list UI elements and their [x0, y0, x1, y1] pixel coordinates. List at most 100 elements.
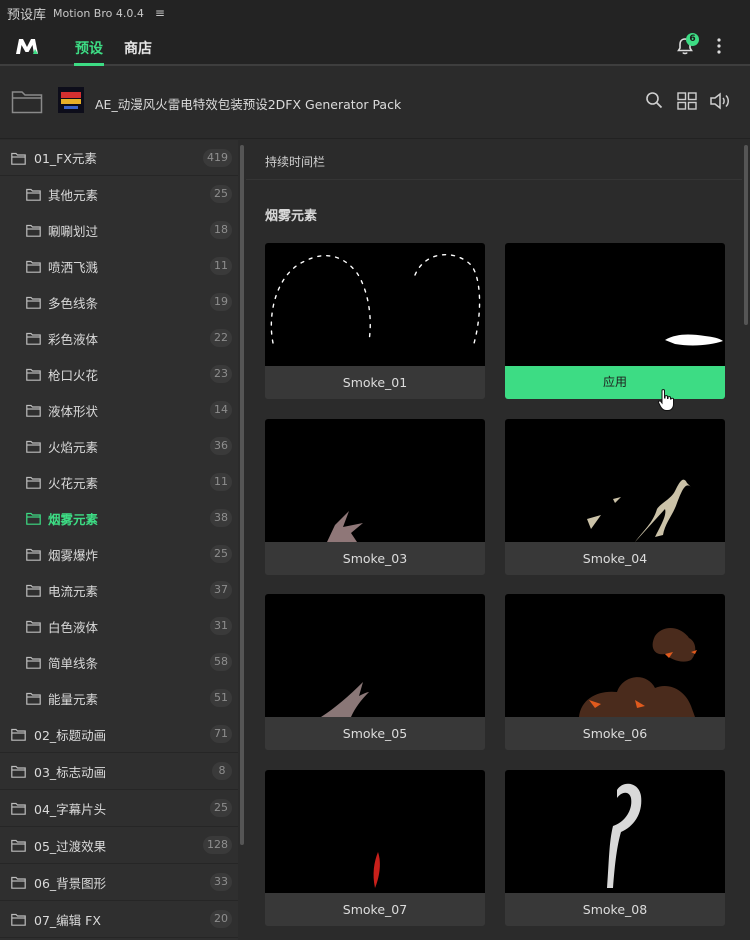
item-count-badge: 14 — [210, 401, 232, 419]
item-count-badge: 128 — [203, 836, 232, 854]
folder-icon — [26, 584, 41, 597]
folder-icon — [11, 839, 26, 852]
sidebar-subcategory[interactable]: 烟雾元素 38 — [0, 500, 238, 536]
apply-button[interactable]: 应用 — [505, 366, 725, 399]
tab-store[interactable]: 商店 — [124, 38, 152, 58]
preset-card[interactable]: Smoke_03 — [265, 419, 485, 575]
more-options-icon[interactable] — [712, 36, 726, 56]
folder-icon — [26, 296, 41, 309]
sidebar-subcategory[interactable]: 唰唰划过 18 — [0, 212, 238, 248]
preset-preview[interactable] — [505, 243, 725, 366]
sidebar-subcategory[interactable]: 液体形状 14 — [0, 392, 238, 428]
sidebar-scrollbar[interactable] — [238, 140, 246, 940]
preset-grid-panel: 持续时间栏 烟雾元素 Smoke_01 应用 Smoke_03 Smoke_04 Smo… — [246, 140, 750, 940]
preset-preview[interactable] — [265, 419, 485, 542]
preset-card[interactable]: Smoke_07 — [265, 770, 485, 926]
sidebar-item-label: 多色线条 — [48, 295, 99, 311]
sidebar-subcategory[interactable]: 简单线条 58 — [0, 644, 238, 680]
search-icon[interactable] — [645, 91, 663, 109]
top-nav: 预设 商店 6 — [0, 26, 750, 66]
preset-preview-graphic — [270, 253, 481, 348]
tab-presets[interactable]: 预设 — [75, 38, 103, 58]
folder-icon — [11, 728, 26, 741]
app-version: Motion Bro 4.0.4 — [53, 6, 144, 20]
preset-preview-graphic — [665, 334, 723, 346]
preset-card[interactable]: Smoke_06 — [505, 594, 725, 750]
item-count-badge: 58 — [210, 653, 232, 671]
sidebar-subcategory[interactable]: 喷洒飞溅 11 — [0, 248, 238, 284]
folder-icon — [26, 188, 41, 201]
folder-icon — [11, 152, 26, 165]
content-scrollbar-thumb[interactable] — [744, 145, 748, 325]
preset-card[interactable]: Smoke_01 — [265, 243, 485, 399]
folder-icon — [26, 548, 41, 561]
folder-icon — [26, 620, 41, 633]
preset-preview-graphic — [579, 627, 697, 717]
item-count-badge: 22 — [210, 329, 232, 347]
sidebar-item-label: 06_背景图形 — [34, 875, 107, 891]
preset-card[interactable]: Smoke_08 — [505, 770, 725, 926]
sidebar-subcategory[interactable]: 火焰元素 36 — [0, 428, 238, 464]
folder-icon — [26, 332, 41, 345]
sidebar-subcategory[interactable]: 火花元素 11 — [0, 464, 238, 500]
item-count-badge: 25 — [210, 185, 232, 203]
sidebar-category[interactable]: 04_字幕片头 25 — [0, 790, 238, 827]
sidebar-item-label: 彩色液体 — [48, 331, 99, 347]
sidebar-item-label: 白色液体 — [48, 619, 99, 635]
sidebar-category[interactable]: 05_过渡效果 128 — [0, 827, 238, 864]
preset-preview[interactable] — [505, 419, 725, 542]
sidebar-item-label: 烟雾爆炸 — [48, 547, 99, 563]
preset-preview-graphic — [327, 511, 363, 542]
active-tab-indicator — [74, 63, 104, 66]
folder-icon — [26, 260, 41, 273]
sidebar-subcategory[interactable]: 彩色液体 22 — [0, 320, 238, 356]
content-scrollbar[interactable] — [742, 140, 750, 940]
sidebar-item-label: 喷洒飞溅 — [48, 259, 99, 275]
preset-name: Smoke_04 — [505, 542, 725, 575]
sidebar-subcategory[interactable]: 其他元素 25 — [0, 176, 238, 212]
divider — [246, 179, 742, 180]
preset-preview[interactable] — [505, 594, 725, 717]
preset-preview[interactable] — [265, 770, 485, 893]
preset-name: Smoke_06 — [505, 717, 725, 750]
sidebar-scrollbar-thumb[interactable] — [240, 145, 244, 845]
sidebar-category[interactable]: 06_背景图形 33 — [0, 864, 238, 901]
sidebar-item-label: 02_标题动画 — [34, 727, 107, 743]
sidebar-subcategory[interactable]: 白色液体 31 — [0, 608, 238, 644]
preset-name: Smoke_05 — [265, 717, 485, 750]
hand-cursor-icon — [657, 389, 674, 411]
item-count-badge: 19 — [210, 293, 232, 311]
preset-card[interactable]: 应用 — [505, 243, 725, 399]
folder-icon — [11, 802, 26, 815]
sidebar-item-label: 简单线条 — [48, 655, 99, 671]
sidebar-subcategory[interactable]: 能量元素 51 — [0, 680, 238, 716]
hamburger-menu-icon[interactable]: ≡ — [155, 6, 165, 20]
folder-icon[interactable] — [11, 88, 43, 114]
preset-preview[interactable] — [505, 770, 725, 893]
item-count-badge: 38 — [210, 509, 232, 527]
sidebar-category[interactable]: 03_标志动画 8 — [0, 753, 238, 790]
item-count-badge: 419 — [203, 148, 232, 167]
grid-view-icon[interactable] — [677, 92, 697, 110]
section-title: 烟雾元素 — [265, 209, 318, 224]
sidebar-category[interactable]: 07_编辑 FX 20 — [0, 901, 238, 938]
preset-preview-graphic — [373, 852, 380, 888]
sidebar-subcategory[interactable]: 多色线条 19 — [0, 284, 238, 320]
motion-bro-logo-icon[interactable] — [14, 35, 40, 57]
sidebar-subcategory[interactable]: 枪口火花 23 — [0, 356, 238, 392]
preset-card[interactable]: Smoke_04 — [505, 419, 725, 575]
preset-card[interactable]: Smoke_05 — [265, 594, 485, 750]
folder-icon — [26, 512, 41, 525]
preset-preview[interactable] — [265, 594, 485, 717]
sound-icon[interactable] — [709, 91, 733, 111]
item-count-badge: 51 — [210, 689, 232, 707]
preset-preview[interactable] — [265, 243, 485, 366]
duration-bar-label[interactable]: 持续时间栏 — [265, 153, 325, 170]
sidebar-category[interactable]: 01_FX元素 419 — [0, 140, 238, 176]
sidebar-subcategory[interactable]: 电流元素 37 — [0, 572, 238, 608]
sidebar-subcategory[interactable]: 烟雾爆炸 25 — [0, 536, 238, 572]
folder-icon — [26, 224, 41, 237]
sidebar-category[interactable]: 02_标题动画 71 — [0, 716, 238, 753]
sidebar-item-label: 火花元素 — [48, 475, 99, 491]
folder-icon — [26, 404, 41, 417]
